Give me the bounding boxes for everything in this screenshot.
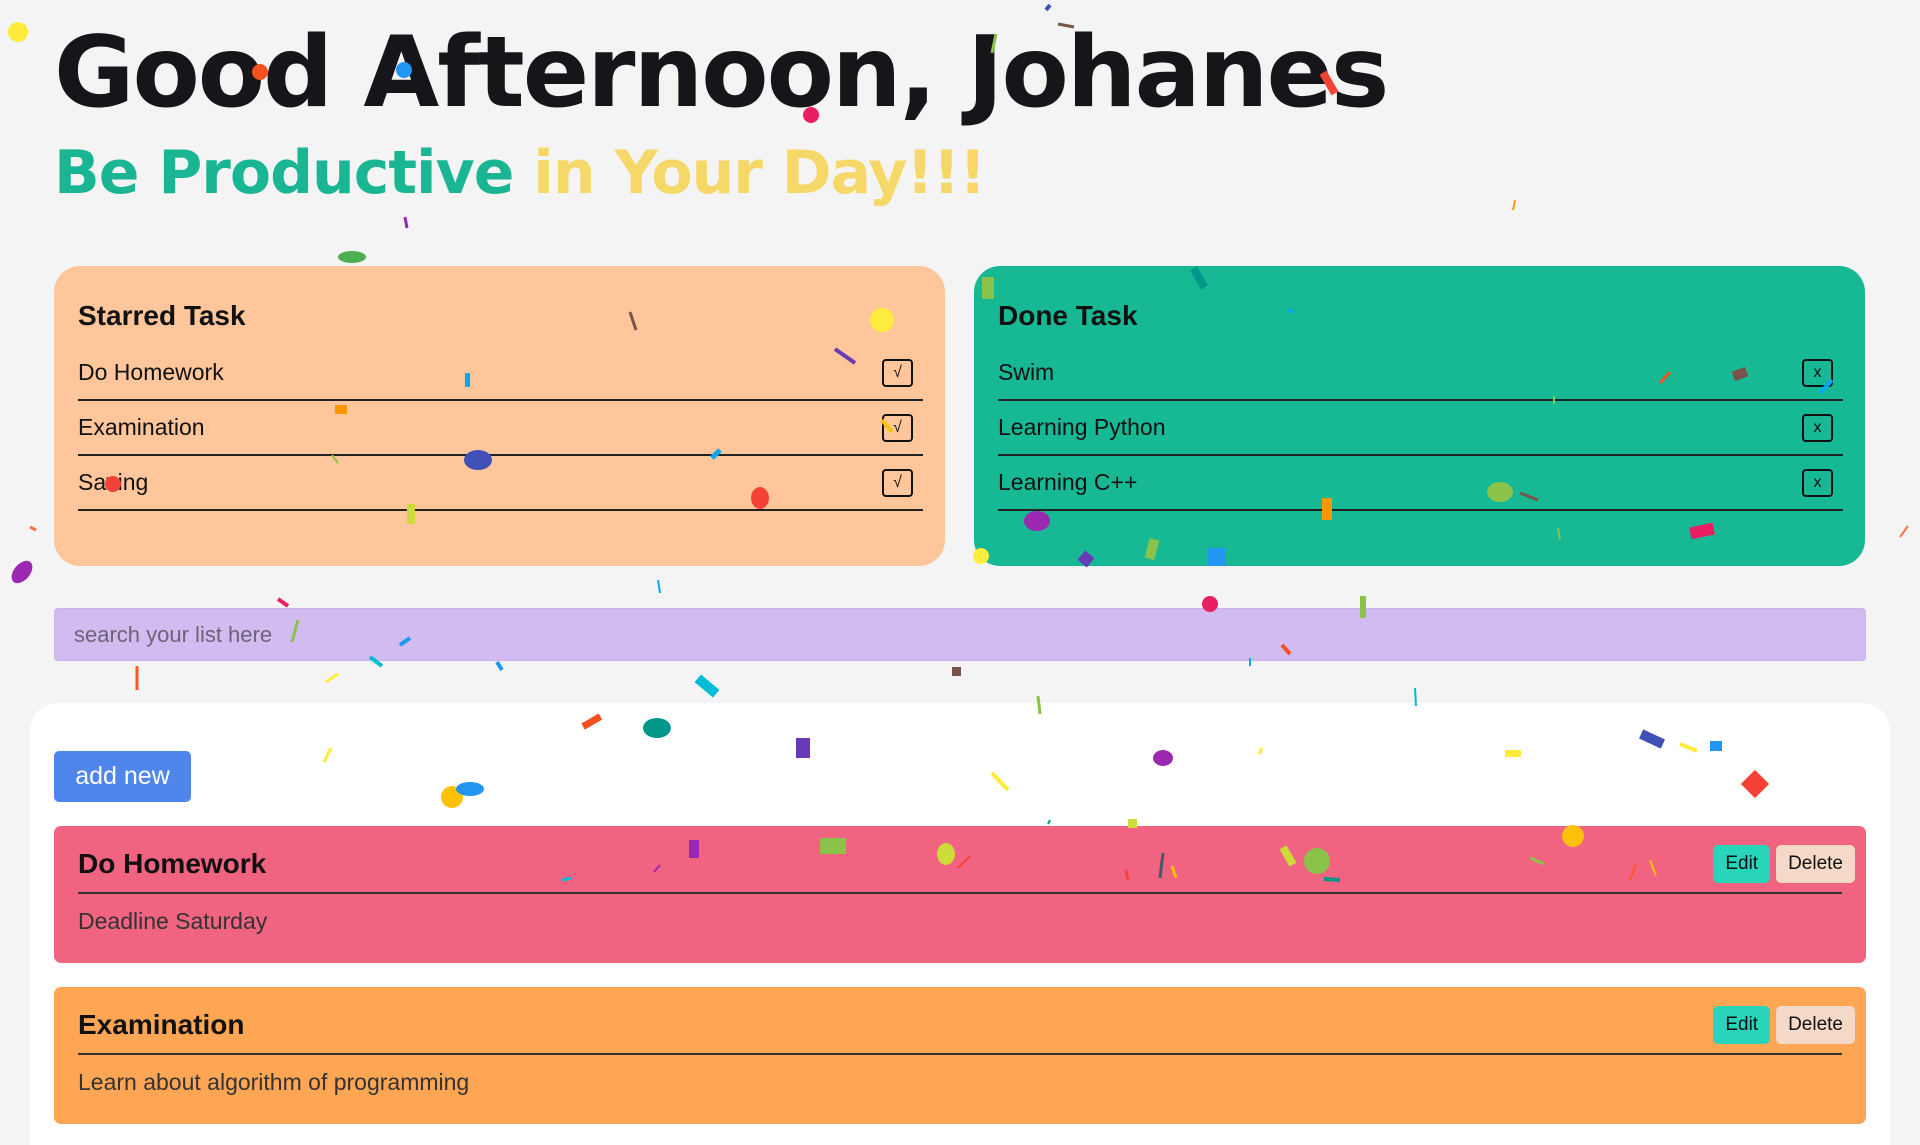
starred-item-label: Saving xyxy=(78,469,149,495)
delete-button[interactable]: Delete xyxy=(1776,845,1855,883)
starred-item: Do Homework √ xyxy=(78,346,923,401)
task-actions: Edit Delete xyxy=(1713,845,1855,883)
done-item-label: Learning C++ xyxy=(998,469,1138,495)
check-icon[interactable]: √ xyxy=(882,358,913,387)
starred-item-label: Do Homework xyxy=(78,359,224,385)
close-icon[interactable]: x xyxy=(1802,468,1833,497)
tagline: Be Productive in Your Day!!! xyxy=(54,138,986,208)
search-input[interactable] xyxy=(54,608,1866,661)
task-card: Do Homework Deadline Saturday Edit Delet… xyxy=(54,826,1866,963)
edit-button[interactable]: Edit xyxy=(1713,845,1771,883)
close-icon[interactable]: x xyxy=(1802,358,1833,387)
check-icon[interactable]: √ xyxy=(882,413,913,442)
tagline-part-2: in Your Day!!! xyxy=(533,138,986,208)
starred-item-label: Examination xyxy=(78,414,205,440)
done-item-label: Learning Python xyxy=(998,414,1166,440)
done-item-label: Swim xyxy=(998,359,1055,385)
task-title: Examination xyxy=(78,1009,1842,1055)
done-item: Learning C++ x xyxy=(998,456,1843,511)
tagline-part-1: Be Productive xyxy=(54,138,514,208)
delete-button[interactable]: Delete xyxy=(1776,1006,1855,1044)
task-title: Do Homework xyxy=(78,848,1842,894)
starred-item: Saving √ xyxy=(78,456,923,511)
starred-task-card: Starred Task Do Homework √ Examination √… xyxy=(54,266,945,566)
done-task-title: Done Task xyxy=(998,300,1138,331)
edit-button[interactable]: Edit xyxy=(1713,1006,1771,1044)
task-actions: Edit Delete xyxy=(1713,1006,1855,1044)
done-item: Learning Python x xyxy=(998,401,1843,456)
starred-item: Examination √ xyxy=(78,401,923,456)
greeting-heading: Good Afternoon, Johanes xyxy=(54,16,1389,130)
task-description: Deadline Saturday xyxy=(78,908,268,934)
done-task-card: Done Task Swim x Learning Python x Learn… xyxy=(974,266,1865,566)
done-item: Swim x xyxy=(998,346,1843,401)
add-new-button[interactable]: add new xyxy=(54,751,191,802)
task-description: Learn about algorithm of programming xyxy=(78,1069,470,1095)
starred-task-title: Starred Task xyxy=(78,300,246,331)
task-card: Examination Learn about algorithm of pro… xyxy=(54,987,1866,1124)
close-icon[interactable]: x xyxy=(1802,413,1833,442)
check-icon[interactable]: √ xyxy=(882,468,913,497)
